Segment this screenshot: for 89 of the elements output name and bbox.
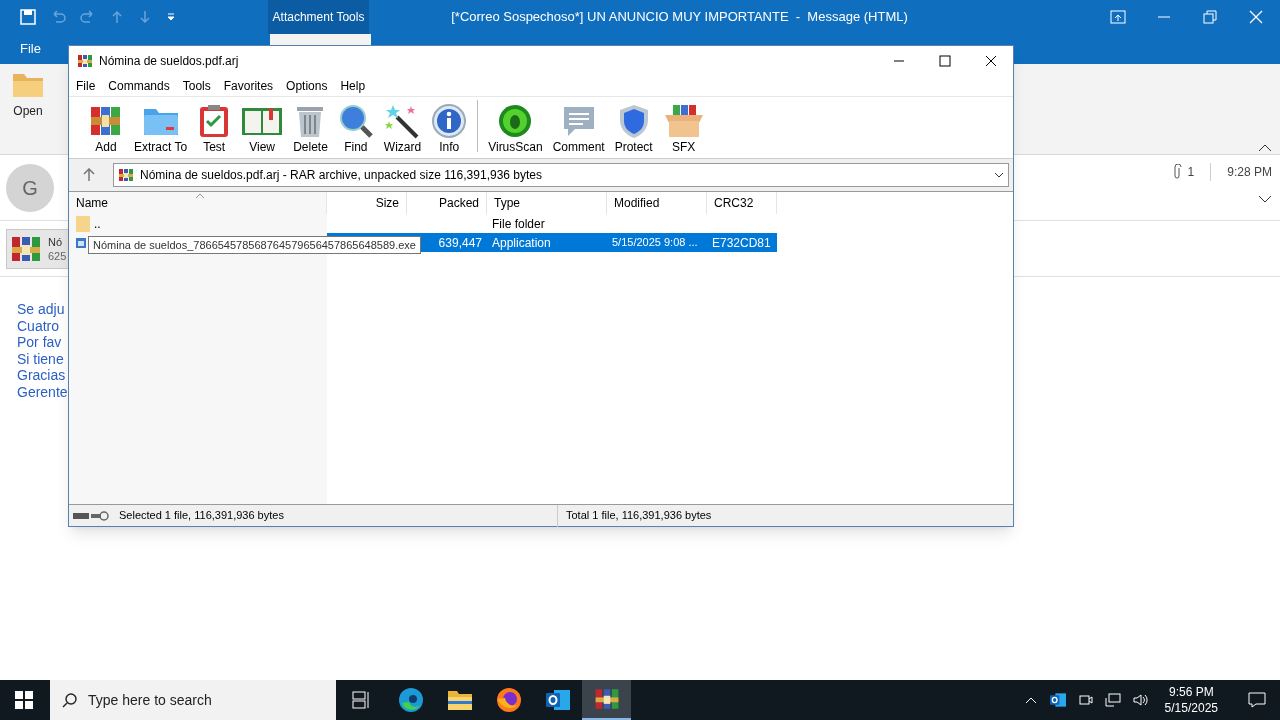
tooltip: Nómina de sueldos_786654578568764579656457865648589.exe <box>88 236 421 254</box>
mail-app-icon <box>544 688 571 712</box>
attachment-count: 1 <box>1187 164 1195 181</box>
toolbar-button[interactable]: Info <box>426 103 473 154</box>
column-header[interactable]: Name <box>69 192 327 214</box>
menu-item[interactable]: Tools <box>182 76 211 95</box>
meet-icon[interactable] <box>1078 693 1093 707</box>
notifications-icon[interactable] <box>1248 692 1266 708</box>
books-icon <box>593 686 620 712</box>
speaker-icon[interactable] <box>1132 693 1149 707</box>
menu-item[interactable]: Favorites <box>223 76 274 95</box>
drive-icon <box>73 511 89 520</box>
toolbar-button[interactable]: Add <box>83 103 129 154</box>
save-icon[interactable] <box>20 9 36 25</box>
address-field[interactable]: Nómina de sueldos.pdf.arj - RAR archive, unpacked size 116,391,936 bytes <box>113 163 1009 187</box>
paperclip-icon <box>1171 164 1182 180</box>
column-header[interactable]: Packed <box>407 192 487 214</box>
magic-wand-icon <box>384 103 421 139</box>
box-icon <box>662 103 705 139</box>
menu-item[interactable]: File <box>76 76 96 95</box>
toolbar-button[interactable]: Delete <box>288 103 333 154</box>
magnifier-icon <box>337 103 374 139</box>
table-cell-text: File folder <box>492 215 545 233</box>
toolbar-button[interactable]: Protect <box>609 103 658 154</box>
search-field[interactable]: Type here to search <box>50 680 336 720</box>
table-cell-text: E732CD81 <box>712 234 771 252</box>
windows-start-icon[interactable] <box>15 691 33 709</box>
maximize-icon[interactable] <box>939 54 951 67</box>
fox-globe-icon <box>495 687 522 713</box>
body-text-line: Si tiene <box>17 350 65 367</box>
column-header[interactable]: Type <box>487 192 607 214</box>
dropdown-caret-icon <box>994 172 1004 178</box>
toolbar-button[interactable]: VirusScan <box>483 103 548 154</box>
window-title: Nómina de sueldos.pdf.arj <box>99 52 239 70</box>
body-text-line: Se adju <box>17 301 66 318</box>
attachment-name: Nó <box>48 234 64 249</box>
folder-icon <box>446 689 473 711</box>
clock[interactable]: 9:56 PM 5/15/2025 <box>1160 684 1222 716</box>
context-tab-label: Attachment Tools <box>268 0 369 34</box>
column-header[interactable]: CRC32 <box>707 192 777 214</box>
taskbar-app-button[interactable] <box>582 680 631 720</box>
received-time: 9:28 PM <box>1227 164 1272 181</box>
body-text-line: Gracias <box>17 367 67 384</box>
body-text-line: Por fav <box>17 334 63 351</box>
menu-item[interactable]: Commands <box>108 76 170 95</box>
toolbar-button[interactable]: Comment <box>547 103 610 154</box>
chevron-up-icon[interactable] <box>1024 696 1037 704</box>
task-view-icon <box>351 691 372 709</box>
window-title: [*Correo Sospechoso*] UN ANUNCIO MUY IMPORTANTE - Message (HTML) <box>450 8 909 27</box>
column-header[interactable]: Size <box>327 192 407 214</box>
table-cell-text: 639,447 <box>438 234 482 252</box>
body-text-line: Gerente <box>17 383 69 400</box>
toolbar-button[interactable]: Find <box>332 103 379 154</box>
books-icon <box>118 167 134 183</box>
key-icon <box>91 510 109 521</box>
sender-avatar: G <box>6 163 54 212</box>
toolbar-button[interactable]: SFX <box>657 103 710 154</box>
ribbon-tab[interactable]: File <box>20 39 41 59</box>
network-icon[interactable] <box>1104 693 1121 707</box>
toolbar-button[interactable]: Test <box>192 103 237 154</box>
customize-icon[interactable] <box>166 12 176 22</box>
toolbar-button[interactable]: Wizard <box>378 103 427 154</box>
up-arrow-icon[interactable] <box>83 168 95 182</box>
close-icon[interactable] <box>985 54 997 67</box>
expand-icon[interactable] <box>1258 195 1272 203</box>
status-text: Total 1 file, 116,391,936 bytes <box>566 508 712 524</box>
menu-item[interactable]: Help <box>340 76 366 95</box>
books-icon <box>77 52 93 69</box>
column-header[interactable]: Modified <box>607 192 707 214</box>
menu-item[interactable]: Options <box>286 76 328 95</box>
folder-icon <box>12 72 44 98</box>
collapse-ribbon-icon[interactable] <box>1258 144 1272 152</box>
toolbar-button[interactable]: Extract To <box>129 103 193 154</box>
table-cell-text: Application <box>492 234 551 252</box>
restore-icon[interactable] <box>1202 10 1218 24</box>
info-icon <box>431 103 468 139</box>
open-button[interactable]: Open <box>12 72 44 120</box>
status-text: Selected 1 file, 116,391,936 bytes <box>119 508 284 524</box>
mail-app-icon <box>1048 692 1067 708</box>
ribbon-display-icon[interactable] <box>1110 10 1126 24</box>
edge-icon <box>397 687 424 713</box>
table-cell-text: 5/15/2025 9:08 ... <box>612 235 698 251</box>
file-name-cell[interactable]: .. <box>94 214 101 233</box>
toolbar-button[interactable]: View <box>236 103 289 154</box>
body-text-line: Cuatro <box>17 317 61 334</box>
attachment-size: 625 <box>48 248 67 263</box>
search-icon <box>62 692 78 708</box>
application-icon <box>76 237 86 248</box>
sort-caret-icon <box>195 193 205 199</box>
